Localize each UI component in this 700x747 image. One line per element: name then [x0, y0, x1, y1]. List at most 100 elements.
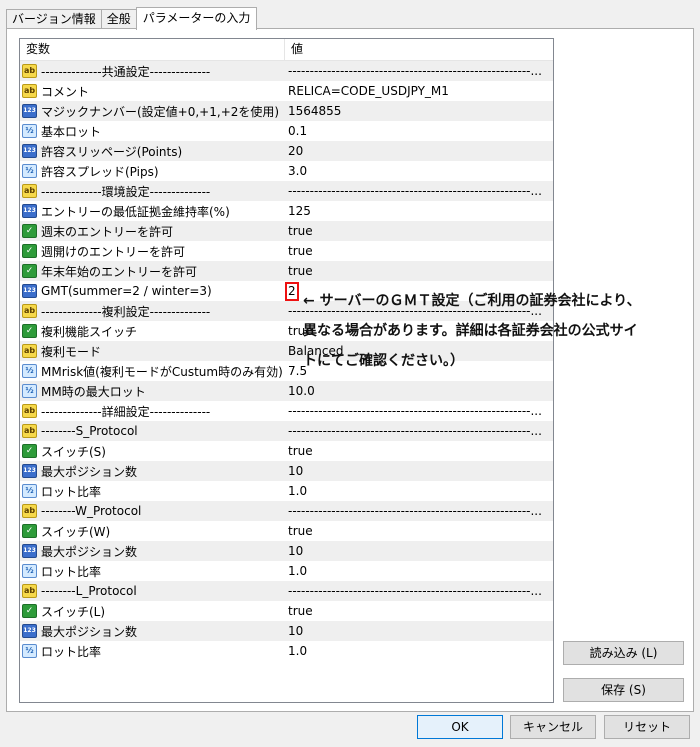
variable-cell[interactable]: ✓ スイッチ(S): [20, 441, 285, 461]
value-cell[interactable]: ----------------------------------------…: [285, 421, 553, 441]
table-row[interactable]: ab --------W_Protocol --------------------…: [20, 501, 553, 521]
tab-parameters[interactable]: パラメーターの入力: [135, 7, 258, 30]
table-row[interactable]: ✓ 週開けのエントリーを許可 true: [20, 241, 553, 261]
variable-cell[interactable]: ab --------------詳細設定--------------: [20, 401, 285, 421]
value-cell[interactable]: true: [285, 241, 553, 261]
table-row[interactable]: ✓ スイッチ(L) true: [20, 601, 553, 621]
table-row[interactable]: 123 許容スリッページ(Points) 20: [20, 141, 553, 161]
variable-cell[interactable]: ab --------------共通設定--------------: [20, 61, 285, 81]
integer-type-icon: 123: [22, 284, 37, 298]
table-row[interactable]: 123 最大ポジション数 10: [20, 461, 553, 481]
string-type-icon: ab: [22, 584, 37, 598]
value-cell[interactable]: 1564855: [285, 101, 553, 121]
variable-cell[interactable]: ½ ロット比率: [20, 561, 285, 581]
variable-cell[interactable]: ab 複利モード: [20, 341, 285, 361]
value-cell[interactable]: ----------------------------------------…: [285, 181, 553, 201]
table-row[interactable]: ½ MM時の最大ロット 10.0: [20, 381, 553, 401]
value-cell[interactable]: true: [285, 441, 553, 461]
variable-cell[interactable]: 123 エントリーの最低証拠金維持率(%): [20, 201, 285, 221]
table-row[interactable]: ½ 許容スプレッド(Pips) 3.0: [20, 161, 553, 181]
value-cell[interactable]: 125: [285, 201, 553, 221]
variable-cell[interactable]: ½ ロット比率: [20, 481, 285, 501]
value-cell[interactable]: 1.0: [285, 561, 553, 581]
variable-value: 0.1: [288, 124, 308, 138]
value-cell[interactable]: true: [285, 261, 553, 281]
variable-cell[interactable]: ✓ 年末年始のエントリーを許可: [20, 261, 285, 281]
table-row[interactable]: ½ 基本ロット 0.1: [20, 121, 553, 141]
variable-name: 最大ポジション数: [41, 624, 138, 639]
value-cell[interactable]: 1.0: [285, 481, 553, 501]
table-row[interactable]: ab --------------環境設定-------------- ------…: [20, 181, 553, 201]
variable-cell[interactable]: ½ ロット比率: [20, 641, 285, 661]
variable-name: 週末のエントリーを許可: [41, 224, 174, 239]
variable-cell[interactable]: ✓ 週開けのエントリーを許可: [20, 241, 285, 261]
table-row[interactable]: ½ ロット比率 1.0: [20, 481, 553, 501]
table-row[interactable]: ✓ スイッチ(S) true: [20, 441, 553, 461]
table-row[interactable]: 123 マジックナンバー(設定値+0,+1,+2を使用) 1564855: [20, 101, 553, 121]
variable-cell[interactable]: ab --------------環境設定--------------: [20, 181, 285, 201]
variable-cell[interactable]: ½ 許容スプレッド(Pips): [20, 161, 285, 181]
value-cell[interactable]: ----------------------------------------…: [285, 61, 553, 81]
variable-cell[interactable]: ab --------W_Protocol: [20, 501, 285, 521]
value-cell[interactable]: ----------------------------------------…: [285, 401, 553, 421]
table-row[interactable]: 123 最大ポジション数 10: [20, 541, 553, 561]
table-row[interactable]: ✓ 年末年始のエントリーを許可 true: [20, 261, 553, 281]
variable-cell[interactable]: ✓ スイッチ(L): [20, 601, 285, 621]
bool-type-icon: ✓: [22, 264, 37, 278]
value-cell[interactable]: 10: [285, 621, 553, 641]
value-cell[interactable]: 20: [285, 141, 553, 161]
variable-value: 1.0: [288, 644, 308, 658]
variable-cell[interactable]: 123 最大ポジション数: [20, 541, 285, 561]
table-row[interactable]: ab --------L_Protocol --------------------…: [20, 581, 553, 601]
reset-button[interactable]: リセット: [604, 715, 690, 739]
variable-name: --------------詳細設定--------------: [41, 404, 211, 419]
value-cell[interactable]: true: [285, 601, 553, 621]
table-row[interactable]: ✓ 週末のエントリーを許可 true: [20, 221, 553, 241]
value-cell[interactable]: 10: [285, 461, 553, 481]
variable-cell[interactable]: ab --------L_Protocol: [20, 581, 285, 601]
variable-cell[interactable]: 123 最大ポジション数: [20, 461, 285, 481]
table-row[interactable]: ½ ロット比率 1.0: [20, 561, 553, 581]
tab-version-info[interactable]: バージョン情報: [6, 9, 102, 29]
save-button[interactable]: 保存 (S): [563, 678, 684, 702]
variable-cell[interactable]: ✓ 複利機能スイッチ: [20, 321, 285, 341]
tab-general[interactable]: 全般: [100, 9, 137, 29]
variable-cell[interactable]: ½ MMrisk値(複利モードがCustum時のみ有効): [20, 361, 285, 381]
variable-cell[interactable]: 123 許容スリッページ(Points): [20, 141, 285, 161]
table-row[interactable]: 123 エントリーの最低証拠金維持率(%) 125: [20, 201, 553, 221]
value-cell[interactable]: 10.0: [285, 381, 553, 401]
variable-cell[interactable]: ab --------------複利設定--------------: [20, 301, 285, 321]
header-value[interactable]: 値: [285, 39, 553, 60]
table-row[interactable]: 123 最大ポジション数 10: [20, 621, 553, 641]
value-cell[interactable]: true: [285, 521, 553, 541]
value-cell[interactable]: 0.1: [285, 121, 553, 141]
value-cell[interactable]: RELICA=CODE_USDJPY_M1: [285, 81, 553, 101]
value-cell[interactable]: 3.0: [285, 161, 553, 181]
table-row[interactable]: ½ ロット比率 1.0: [20, 641, 553, 661]
variable-cell[interactable]: ½ 基本ロット: [20, 121, 285, 141]
variable-cell[interactable]: 123 マジックナンバー(設定値+0,+1,+2を使用): [20, 101, 285, 121]
table-row[interactable]: ab --------------共通設定-------------- ------…: [20, 61, 553, 81]
variable-cell[interactable]: 123 最大ポジション数: [20, 621, 285, 641]
table-row[interactable]: ab --------------詳細設定-------------- ------…: [20, 401, 553, 421]
variable-cell[interactable]: ab コメント: [20, 81, 285, 101]
value-cell[interactable]: 10: [285, 541, 553, 561]
value-cell[interactable]: ----------------------------------------…: [285, 581, 553, 601]
double-type-icon: ½: [22, 484, 37, 498]
ok-button[interactable]: OK: [417, 715, 503, 739]
table-row[interactable]: ab --------S_Protocol --------------------…: [20, 421, 553, 441]
value-cell[interactable]: 1.0: [285, 641, 553, 661]
variable-cell[interactable]: ab --------S_Protocol: [20, 421, 285, 441]
value-cell[interactable]: ----------------------------------------…: [285, 501, 553, 521]
table-row[interactable]: ✓ スイッチ(W) true: [20, 521, 553, 541]
cancel-button[interactable]: キャンセル: [510, 715, 596, 739]
variable-cell[interactable]: ✓ スイッチ(W): [20, 521, 285, 541]
variable-cell[interactable]: ✓ 週末のエントリーを許可: [20, 221, 285, 241]
header-variable[interactable]: 変数: [20, 39, 285, 60]
load-button[interactable]: 読み込み (L): [563, 641, 684, 665]
value-cell[interactable]: true: [285, 221, 553, 241]
variable-cell[interactable]: ½ MM時の最大ロット: [20, 381, 285, 401]
table-row[interactable]: ab コメント RELICA=CODE_USDJPY_M1: [20, 81, 553, 101]
variable-cell[interactable]: 123 GMT(summer=2 / winter=3): [20, 281, 285, 301]
variable-name: 年末年始のエントリーを許可: [41, 264, 198, 279]
